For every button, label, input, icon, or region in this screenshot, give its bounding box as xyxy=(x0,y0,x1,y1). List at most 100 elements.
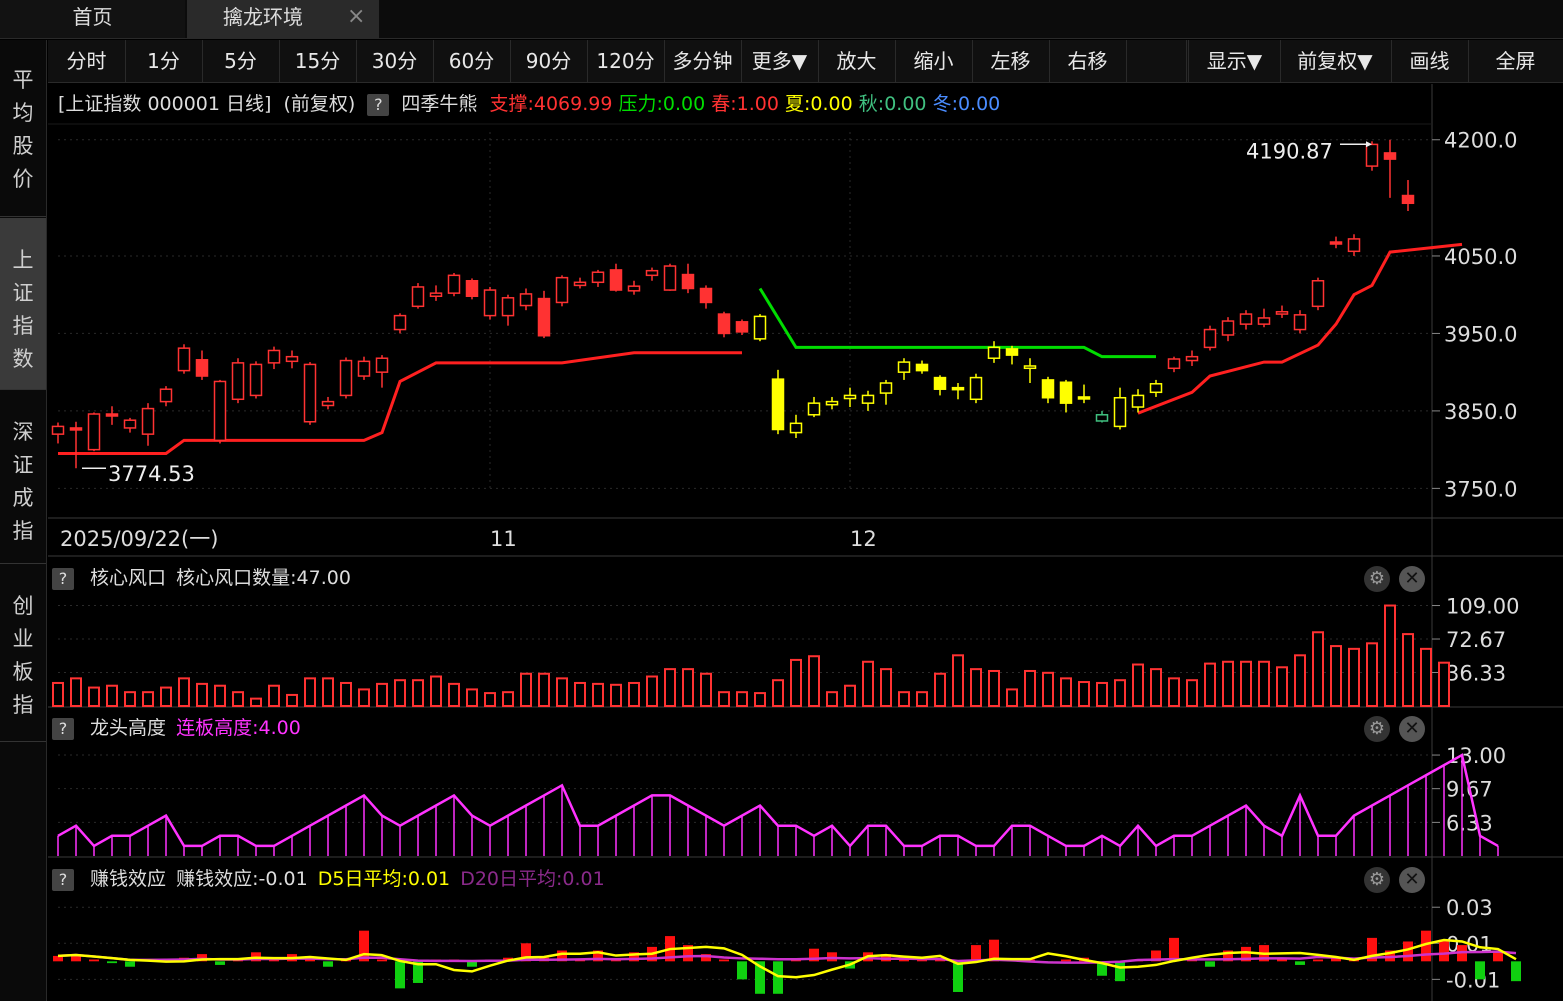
candle xyxy=(1005,345,1019,365)
profit-bar xyxy=(89,959,99,962)
candle-body xyxy=(465,279,479,297)
candle xyxy=(357,356,371,380)
core-bar xyxy=(286,693,298,708)
core-bar xyxy=(160,686,172,708)
candle-body xyxy=(1257,317,1271,325)
y-tick-label: 0.03 xyxy=(1446,896,1493,920)
candle xyxy=(141,403,155,446)
candle-body xyxy=(393,314,407,331)
candle xyxy=(411,283,425,309)
core-bar xyxy=(430,675,442,707)
profit-bar xyxy=(1115,961,1125,982)
candle xyxy=(717,311,731,338)
candle xyxy=(447,273,461,297)
core-bar xyxy=(790,658,802,707)
core-bar xyxy=(88,686,100,708)
candle-body xyxy=(1365,143,1379,167)
profit-bar xyxy=(1439,939,1449,962)
y-tick-label: 6.33 xyxy=(1446,811,1493,835)
candle xyxy=(105,406,119,425)
core-bar xyxy=(664,668,676,707)
profit-bar xyxy=(953,961,963,992)
candle xyxy=(1311,277,1325,311)
profit-bar xyxy=(107,961,117,964)
candle-body xyxy=(339,359,353,397)
candle xyxy=(321,396,335,410)
candle xyxy=(609,263,623,292)
candle xyxy=(1149,379,1163,397)
candle-body xyxy=(789,422,803,434)
candle xyxy=(663,263,677,291)
candle xyxy=(645,267,659,281)
candle xyxy=(231,358,245,404)
core-bar xyxy=(250,697,262,708)
core-bar xyxy=(700,672,712,708)
candle xyxy=(1041,376,1055,404)
core-bar xyxy=(52,681,64,708)
y-tick-label: -0.01 xyxy=(1446,968,1500,992)
y-tick-label: 3950.0 xyxy=(1444,322,1517,346)
core-bar xyxy=(124,691,136,707)
candle-body xyxy=(717,313,731,335)
core-bar xyxy=(412,679,424,707)
candle-body xyxy=(1131,394,1145,408)
core-bar xyxy=(898,691,910,707)
candle-body xyxy=(555,276,569,304)
core-bar xyxy=(1240,660,1252,708)
core-bar xyxy=(988,669,1000,708)
candle-body xyxy=(519,293,533,307)
candle xyxy=(249,361,263,399)
candle-body xyxy=(681,273,695,290)
core-bar xyxy=(808,655,820,707)
candle-body xyxy=(1239,313,1253,325)
chart-canvas[interactable]: 4200.0 4050.0 3950.0 3850.0 3750.0 2025/09/22… xyxy=(0,0,1563,1001)
candle xyxy=(627,280,641,295)
candle-body xyxy=(573,281,587,287)
core-bar xyxy=(1078,681,1090,708)
core-bar xyxy=(592,682,604,707)
candle xyxy=(537,290,551,339)
x-tick-label: 2025/09/22(一) xyxy=(60,527,218,551)
candle xyxy=(1275,305,1289,318)
y-tick-label: 109.00 xyxy=(1446,595,1519,619)
profit-bar xyxy=(1475,961,1485,980)
core-bar xyxy=(1294,654,1306,707)
y-tick-label: 36.33 xyxy=(1446,662,1506,686)
core-bar xyxy=(862,660,874,708)
candle xyxy=(1203,325,1217,351)
core-bar xyxy=(1204,662,1216,707)
candle xyxy=(1383,139,1397,198)
candle-body xyxy=(213,380,227,442)
candle-body xyxy=(267,349,281,364)
candle xyxy=(1095,410,1109,423)
candle-body xyxy=(195,359,209,377)
candle xyxy=(501,294,515,326)
candle xyxy=(393,313,407,334)
candle-body xyxy=(1329,241,1343,245)
candle xyxy=(483,286,497,320)
candle-body xyxy=(645,269,659,277)
core-panel: 109.00 72.67 36.33 xyxy=(52,595,1519,708)
candle xyxy=(1239,310,1253,330)
core-bar xyxy=(772,679,784,707)
core-bar xyxy=(1402,633,1414,708)
candle-body xyxy=(1311,279,1325,308)
profit-bar xyxy=(1511,961,1521,982)
candle xyxy=(861,390,875,411)
candle-body xyxy=(1347,238,1361,253)
candle-body xyxy=(771,378,785,431)
core-bar xyxy=(610,683,622,707)
core-bar xyxy=(628,681,640,708)
candle xyxy=(1185,350,1199,366)
core-bar xyxy=(502,691,514,707)
candle xyxy=(987,341,1001,363)
candle-body xyxy=(303,363,317,423)
candle xyxy=(699,285,713,309)
core-bar xyxy=(1276,666,1288,707)
core-bar xyxy=(178,677,190,708)
profit-bar xyxy=(1061,959,1071,962)
core-bar xyxy=(574,681,586,708)
candle xyxy=(51,422,65,444)
candle-body xyxy=(987,346,1001,359)
candle-body xyxy=(825,400,839,406)
